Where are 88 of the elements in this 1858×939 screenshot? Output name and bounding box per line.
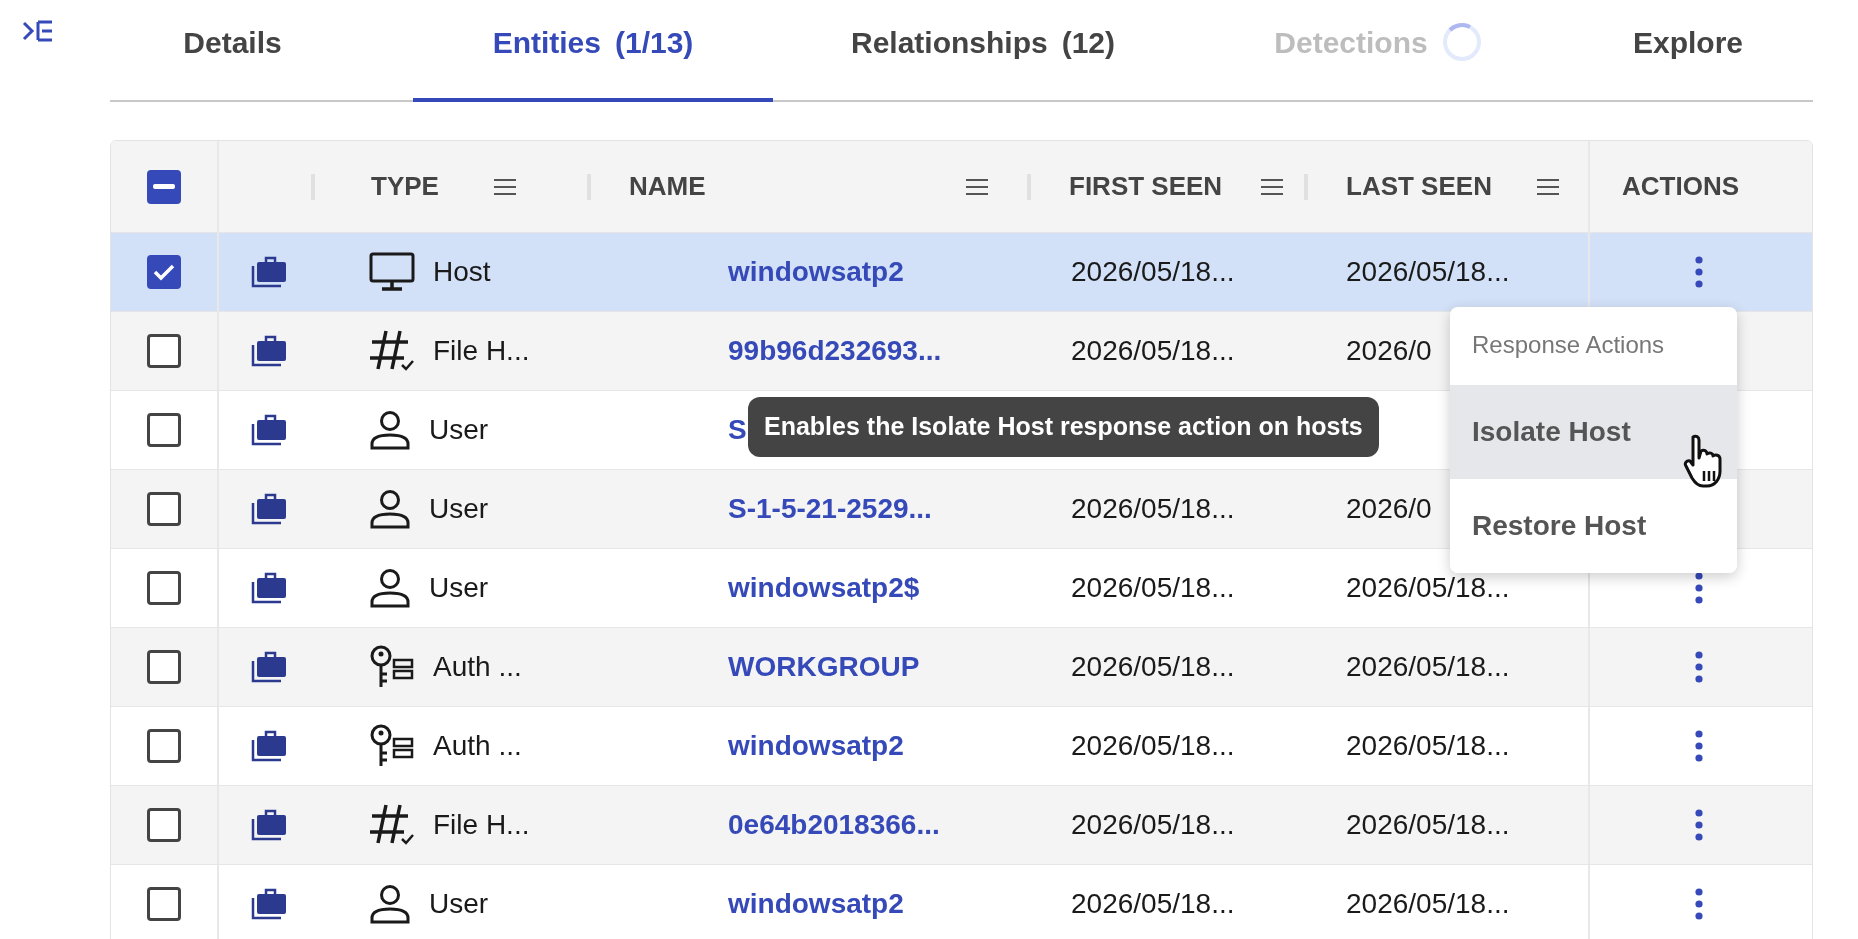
tab[interactable]: Entities (1/13) [413,0,773,102]
briefcase-icon[interactable] [251,730,287,762]
key-list-icon [369,723,415,769]
column-header: FIRST SEEN [1069,170,1223,203]
type-label: User [429,492,489,526]
entity-name-link[interactable]: S [728,414,747,445]
minus-icon [153,183,175,190]
kebab-icon [1694,256,1704,288]
last-seen-date: 2026/05/18... [1346,256,1510,287]
row-checkbox[interactable] [147,729,181,763]
entity-name-link[interactable]: windowsatp2 [728,256,904,287]
type-label: Auth ... [433,650,522,684]
column-header: ACTIONS [1622,170,1739,203]
tab[interactable]: Details [110,0,413,102]
key-list-icon [369,644,415,690]
menu-item[interactable]: Restore Host [1450,479,1737,573]
hash-check-icon [369,803,415,847]
kebab-icon [1694,730,1704,762]
monitor-icon [369,252,415,292]
column-menu-icon[interactable] [1260,177,1284,196]
type-label: Host [433,255,491,289]
expand-menu-icon[interactable] [22,18,54,43]
tab[interactable]: Explore [1563,0,1813,102]
row-checkbox[interactable] [147,650,181,684]
column-header: LAST SEEN [1346,170,1492,203]
last-seen-date: 2026/05/18... [1346,809,1510,840]
row-checkbox[interactable] [147,492,181,526]
first-seen-date: 2026/05/18... [1071,256,1235,287]
entity-name-link[interactable]: WORKGROUP [728,651,920,682]
entity-name-link[interactable]: windowsatp2 [728,888,904,919]
checkmark-icon [153,263,175,281]
row-checkbox[interactable] [147,255,181,289]
last-seen-date: 2026/05/18... [1346,730,1510,761]
briefcase-icon[interactable] [251,414,287,446]
entity-name-link[interactable]: 0e64b2018366... [728,809,940,840]
select-all-checkbox[interactable] [147,169,181,204]
column-menu-icon[interactable] [493,177,517,196]
briefcase-icon[interactable] [251,572,287,604]
first-seen-date: 2026/05/18... [1071,730,1235,761]
user-icon [369,489,411,529]
column-menu-icon[interactable] [1536,177,1560,196]
briefcase-icon[interactable] [251,256,287,288]
column-header: NAME [629,170,706,203]
type-label: User [429,413,489,447]
type-label: User [429,571,489,605]
user-icon [369,568,411,608]
type-label: User [429,887,489,921]
briefcase-icon[interactable] [251,888,287,920]
entity-name-link[interactable]: windowsatp2 [728,730,904,761]
last-seen-date: 2026/05/18... [1346,651,1510,682]
type-label: Auth ... [433,729,522,763]
menu-header: Response Actions [1471,330,1666,360]
row-checkbox[interactable] [147,887,181,921]
last-seen-date: 2026/0 [1346,493,1432,524]
kebab-icon [1694,809,1704,841]
tab[interactable]: Relationships (12) [773,0,1193,102]
menu-item[interactable]: Isolate Host [1450,385,1737,479]
briefcase-icon[interactable] [251,809,287,841]
row-checkbox[interactable] [147,571,181,605]
last-seen-date: 2026/05/18... [1346,888,1510,919]
type-label: File H... [433,334,530,368]
entity-name-link[interactable]: windowsatp2$ [728,572,920,603]
user-icon [369,410,411,450]
column-header: TYPE [371,170,439,203]
user-icon [369,884,411,924]
entity-name-link[interactable]: 99b96d232693... [728,335,942,366]
first-seen-date: 2026/05/18... [1071,651,1235,682]
first-seen-date: 2026/05/18... [1071,572,1235,603]
tooltip: Enables the Isolate Host response action on hosts [748,397,1379,457]
last-seen-date: 2026/0 [1346,335,1432,366]
last-seen-date: 2026/05/18... [1346,572,1510,603]
row-checkbox[interactable] [147,334,181,368]
first-seen-date: 2026/05/18... [1071,809,1235,840]
row-checkbox[interactable] [147,413,181,447]
column-menu-icon[interactable] [965,177,989,196]
first-seen-date: 2026/05/18... [1071,493,1235,524]
kebab-icon [1694,572,1704,604]
briefcase-icon[interactable] [251,651,287,683]
kebab-icon [1694,651,1704,683]
entity-name-link[interactable]: S-1-5-21-2529... [728,493,932,524]
hash-check-icon [369,329,415,373]
first-seen-date: 2026/05/18... [1071,888,1235,919]
kebab-icon [1694,888,1704,920]
briefcase-icon[interactable] [251,335,287,367]
briefcase-icon[interactable] [251,493,287,525]
type-label: File H... [433,808,530,842]
row-checkbox[interactable] [147,808,181,842]
first-seen-date: 2026/05/18... [1071,335,1235,366]
